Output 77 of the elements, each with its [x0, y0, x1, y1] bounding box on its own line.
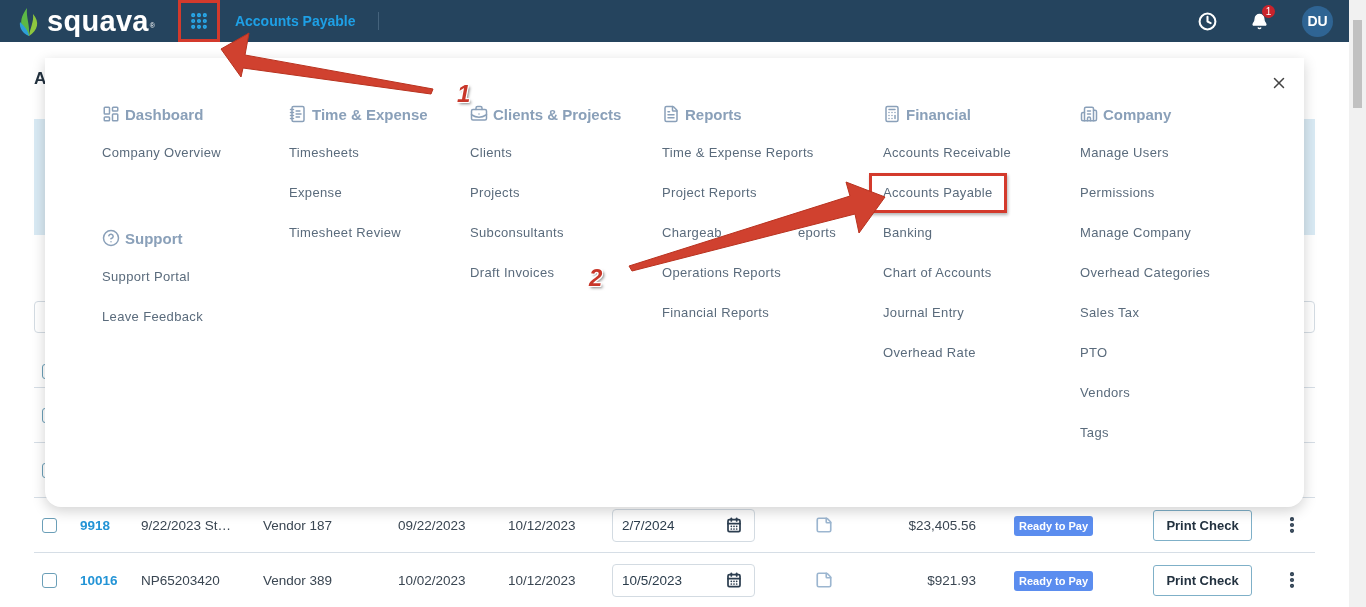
step-number: 2	[589, 266, 603, 290]
scrollbar[interactable]	[1349, 0, 1366, 607]
menu-item[interactable]: Financial Reports	[648, 293, 784, 333]
row-checkbox[interactable]	[42, 572, 57, 588]
menu-item[interactable]: Timesheets	[275, 133, 374, 173]
menu-item[interactable]: Project Reports	[648, 173, 771, 213]
menu-item[interactable]: Overhead Rate	[869, 333, 990, 373]
dashboard-icon	[102, 105, 120, 123]
menu-item[interactable]: Expense	[275, 173, 357, 213]
menu-item[interactable]: Company Overview	[88, 133, 236, 173]
menu-item[interactable]: Manage Users	[1066, 133, 1183, 173]
vendor-cell-text: Vendor 389	[263, 572, 334, 588]
grid-icon	[188, 11, 209, 31]
menu-item[interactable]: Leave Feedback	[88, 297, 218, 337]
apps-button[interactable]	[177, 0, 220, 42]
menu-item[interactable]: Clients	[456, 133, 527, 173]
step-number: 1	[457, 82, 471, 106]
status-badge: Ready to Pay	[1014, 515, 1094, 536]
amount-cell-text: $23,405.56	[907, 517, 976, 533]
bill-number-link[interactable]: 10016	[80, 572, 118, 588]
status-badge: Ready to Pay	[1014, 570, 1094, 591]
briefcase-icon	[470, 105, 488, 123]
reference-cell-text: NP65203420	[141, 572, 221, 588]
menu-item[interactable]: Sales Tax	[1066, 293, 1154, 333]
calendar-icon[interactable]	[726, 516, 742, 533]
calendar-icon[interactable]	[726, 571, 742, 588]
pay-date-field[interactable]: 2/7/2024	[612, 508, 755, 542]
menu-item[interactable]: Timesheet Review	[275, 213, 416, 253]
menu-item[interactable]: Banking	[869, 213, 947, 253]
menu-section-heading: Company	[1103, 105, 1172, 123]
menu-item[interactable]: Journal Entry	[869, 293, 979, 333]
menu-item[interactable]: Chargeab eports	[648, 213, 851, 253]
menu-section-heading: Support	[125, 229, 183, 247]
menu-item[interactable]: Draft Invoices	[456, 253, 569, 293]
reference-cell-text: 9/22/2023 St…	[141, 517, 233, 533]
date-cell-text: 09/22/2023	[398, 517, 467, 533]
page-title: A	[34, 69, 47, 90]
menu-item[interactable]: Support Portal	[88, 257, 204, 297]
due-date-cell-text: 10/12/2023	[508, 572, 577, 588]
menu-item[interactable]: Subconsultants	[456, 213, 578, 253]
amount-cell-text: $921.93	[926, 572, 976, 588]
menu-item[interactable]: Projects	[456, 173, 534, 213]
menu-section-heading: Time & Expense	[312, 105, 428, 123]
question-icon	[102, 229, 120, 247]
menu-section-heading: Reports	[685, 105, 742, 123]
user-avatar[interactable]: DU	[1302, 5, 1333, 37]
menu-item[interactable]: Operations Reports	[648, 253, 796, 293]
menu-item[interactable]: Time & Expense Reports	[648, 133, 828, 173]
menu-section-heading: Dashboard	[125, 105, 204, 123]
due-date-cell-text: 10/12/2023	[508, 517, 577, 533]
menu-item[interactable]: Accounts Payable	[869, 173, 1007, 213]
pay-date-field[interactable]: 10/5/2023	[612, 563, 755, 597]
menu-item[interactable]: Vendors	[1066, 373, 1145, 413]
clock-button[interactable]	[1198, 11, 1217, 31]
date-cell-text: 10/02/2023	[398, 572, 467, 588]
document-icon	[662, 105, 680, 123]
vendor-cell-text: Vendor 187	[263, 517, 334, 533]
menu-item[interactable]: Tags	[1066, 413, 1123, 453]
print-check-button[interactable]: Print Check	[1153, 564, 1252, 596]
notification-count: 1	[1262, 4, 1275, 18]
notebook-icon	[289, 105, 307, 123]
menu-section-heading: Clients & Projects	[493, 105, 622, 123]
print-check-button[interactable]: Print Check	[1153, 509, 1252, 541]
menu-item[interactable]: Overhead Categories	[1066, 253, 1225, 293]
menu-item[interactable]: Accounts Receivable	[869, 133, 1026, 173]
bill-number-link[interactable]: 9918	[80, 517, 111, 533]
page-link[interactable]: Accounts Payable	[234, 12, 379, 30]
logo-text: squava	[47, 6, 149, 36]
menu-section-heading: Financial	[906, 105, 972, 123]
menu-item[interactable]: PTO	[1066, 333, 1122, 373]
menu-item[interactable]: Chart of Accounts	[869, 253, 1006, 293]
menu-item[interactable]: Manage Company	[1066, 213, 1206, 253]
menu-item[interactable]: Permissions	[1066, 173, 1169, 213]
notifications-button[interactable]: 1	[1251, 4, 1275, 30]
building-icon	[1080, 105, 1098, 123]
calculator-icon	[883, 105, 901, 123]
row-checkbox[interactable]	[42, 517, 57, 533]
